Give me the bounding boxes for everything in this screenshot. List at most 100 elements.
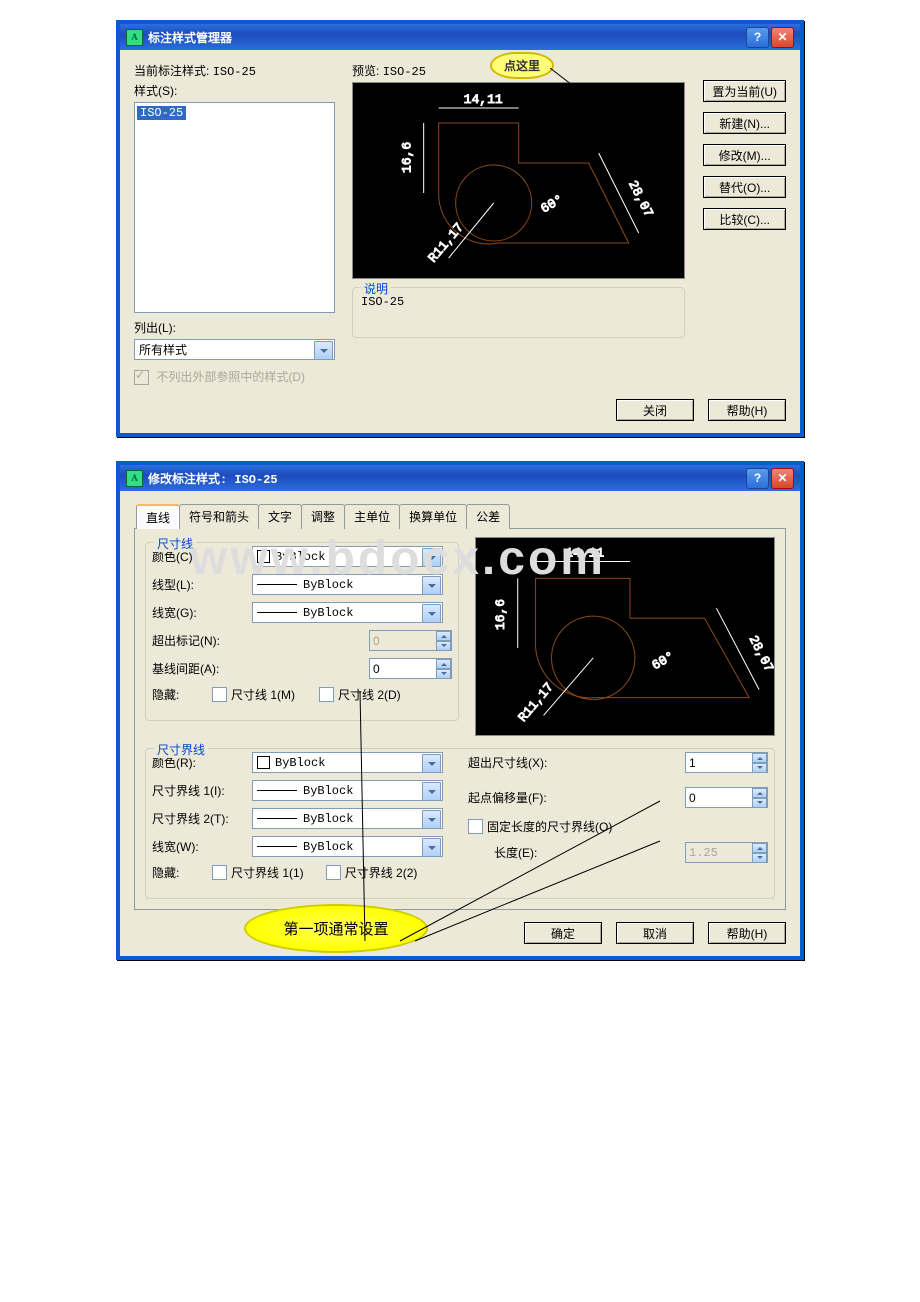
styles-listbox[interactable]: ISO-25 bbox=[134, 102, 335, 313]
offset-value: 0 bbox=[689, 791, 696, 805]
linetype-combo[interactable]: ByBlock bbox=[252, 574, 443, 595]
xref-label: 不列出外部参照中的样式(D) bbox=[156, 370, 305, 384]
list-label: 列出(L): bbox=[134, 319, 334, 336]
linetype-label: 线型(L): bbox=[152, 576, 252, 593]
dimline2-label: 尺寸线 2(D) bbox=[338, 686, 401, 703]
color2-value: ByBlock bbox=[275, 756, 325, 770]
extline2-type-label: 尺寸界线 2(T): bbox=[152, 810, 252, 827]
chevron-down-icon[interactable] bbox=[422, 576, 441, 595]
beyond-value: 1 bbox=[689, 756, 696, 770]
help-icon[interactable]: ? bbox=[746, 27, 769, 48]
dimline1-checkbox[interactable] bbox=[212, 687, 227, 702]
dimline1-label: 尺寸线 1(M) bbox=[231, 686, 295, 703]
titlebar-1: A 标注样式管理器 ? ✕ bbox=[120, 24, 800, 50]
length-value: 1.25 bbox=[689, 846, 718, 860]
description-label: 说明 bbox=[361, 280, 391, 297]
svg-text:28,07: 28,07 bbox=[746, 633, 774, 674]
extline1-chk-label: 尺寸界线 1(1) bbox=[231, 864, 304, 881]
chevron-down-icon[interactable] bbox=[422, 782, 441, 801]
chevron-down-icon[interactable] bbox=[422, 754, 441, 773]
close-icon[interactable]: ✕ bbox=[771, 27, 794, 48]
svg-text:14,11: 14,11 bbox=[565, 546, 604, 561]
help-button-2[interactable]: 帮助(H) bbox=[708, 922, 786, 944]
ext-ticks-spinner: 0 bbox=[369, 630, 452, 651]
dimline2-checkbox[interactable] bbox=[319, 687, 334, 702]
list-filter-value: 所有样式 bbox=[139, 341, 187, 358]
chevron-down-icon[interactable] bbox=[422, 604, 441, 623]
annotation-callout-1: 点这里 bbox=[490, 52, 554, 79]
extline1-value: ByBlock bbox=[303, 784, 353, 798]
preview-image-1: 14,11 16,6 28,07 60° R11,17 bbox=[352, 82, 685, 279]
close-button[interactable]: 关闭 bbox=[616, 399, 694, 421]
ok-button[interactable]: 确定 bbox=[524, 922, 602, 944]
list-filter-combo[interactable]: 所有样式 bbox=[134, 339, 335, 360]
offset-spinner[interactable]: 0 bbox=[685, 787, 768, 808]
extline1-combo[interactable]: ByBlock bbox=[252, 780, 443, 801]
cancel-button[interactable]: 取消 bbox=[616, 922, 694, 944]
lineweight-combo[interactable]: ByBlock bbox=[252, 602, 443, 623]
lineweight-value: ByBlock bbox=[303, 606, 353, 620]
help-icon[interactable]: ? bbox=[746, 468, 769, 489]
svg-text:14,11: 14,11 bbox=[464, 92, 503, 107]
extline1-checkbox[interactable] bbox=[212, 865, 227, 880]
extline2-value: ByBlock bbox=[303, 812, 353, 826]
modify-button[interactable]: 修改(M)... bbox=[703, 144, 786, 166]
new-button[interactable]: 新建(N)... bbox=[703, 112, 786, 134]
title-text-2: 修改标注样式: ISO-25 bbox=[148, 470, 278, 487]
dimline-group-title: 尺寸线 bbox=[154, 535, 196, 552]
current-style-label: 当前标注样式: bbox=[134, 64, 209, 78]
color2-combo[interactable]: ByBlock bbox=[252, 752, 443, 773]
styles-label: 样式(S): bbox=[134, 82, 334, 99]
set-current-button[interactable]: 置为当前(U) bbox=[703, 80, 786, 102]
current-style-value: ISO-25 bbox=[213, 65, 256, 79]
extline-group-title: 尺寸界线 bbox=[154, 741, 208, 758]
svg-text:60°: 60° bbox=[649, 649, 677, 674]
fixed-length-checkbox[interactable] bbox=[468, 819, 483, 834]
tab-text[interactable]: 文字 bbox=[258, 504, 302, 529]
suppress-label: 隐藏: bbox=[152, 686, 212, 703]
tab-strip: 直线 符号和箭头 文字 调整 主单位 换算单位 公差 bbox=[134, 503, 786, 529]
help-button[interactable]: 帮助(H) bbox=[708, 399, 786, 421]
dim-style-manager-dialog: A 标注样式管理器 ? ✕ 当前标注样式: ISO-25 样式(S): ISO-… bbox=[116, 20, 804, 437]
baseline-spinner[interactable]: 0 bbox=[369, 658, 452, 679]
xref-checkbox bbox=[134, 370, 149, 385]
lineweight2-combo[interactable]: ByBlock bbox=[252, 836, 443, 857]
svg-text:60°: 60° bbox=[538, 192, 566, 217]
override-button[interactable]: 替代(O)... bbox=[703, 176, 786, 198]
extline2-checkbox[interactable] bbox=[326, 865, 341, 880]
extline2-chk-label: 尺寸界线 2(2) bbox=[345, 864, 418, 881]
color-value: ByBlock bbox=[275, 550, 325, 564]
chevron-down-icon[interactable] bbox=[422, 838, 441, 857]
extline2-combo[interactable]: ByBlock bbox=[252, 808, 443, 829]
ext-ticks-label: 超出标记(N): bbox=[152, 632, 282, 649]
lineweight-label: 线宽(G): bbox=[152, 604, 252, 621]
color-combo[interactable]: ByBlock bbox=[252, 546, 443, 567]
preview-style-name: ISO-25 bbox=[383, 65, 426, 79]
extline1-type-label: 尺寸界线 1(I): bbox=[152, 782, 252, 799]
close-icon[interactable]: ✕ bbox=[771, 468, 794, 489]
lineweight2-label: 线宽(W): bbox=[152, 838, 252, 855]
baseline-value: 0 bbox=[373, 662, 380, 676]
ext-ticks-value: 0 bbox=[373, 634, 380, 648]
compare-button[interactable]: 比较(C)... bbox=[703, 208, 786, 230]
length-label: 长度(E): bbox=[494, 844, 584, 861]
chevron-down-icon[interactable] bbox=[314, 341, 333, 360]
tab-symbols[interactable]: 符号和箭头 bbox=[179, 504, 259, 529]
beyond-label: 超出尺寸线(X): bbox=[468, 754, 588, 771]
chevron-down-icon[interactable] bbox=[422, 548, 441, 567]
annotation-callout-2: 第一项通常设置 bbox=[244, 904, 428, 953]
svg-text:16,6: 16,6 bbox=[493, 599, 508, 630]
tab-tolerance[interactable]: 公差 bbox=[466, 504, 510, 529]
linetype-value: ByBlock bbox=[303, 578, 353, 592]
chevron-down-icon[interactable] bbox=[422, 810, 441, 829]
tab-lines[interactable]: 直线 bbox=[136, 504, 180, 529]
titlebar-2: A 修改标注样式: ISO-25 ? ✕ bbox=[120, 465, 800, 491]
suppress2-label: 隐藏: bbox=[152, 864, 212, 881]
offset-label: 起点偏移量(F): bbox=[468, 789, 588, 806]
tab-fit[interactable]: 调整 bbox=[301, 504, 345, 529]
style-item-iso25[interactable]: ISO-25 bbox=[137, 106, 186, 120]
beyond-spinner[interactable]: 1 bbox=[685, 752, 768, 773]
tab-primary[interactable]: 主单位 bbox=[344, 504, 400, 529]
svg-text:28,07: 28,07 bbox=[625, 178, 656, 220]
tab-alternate[interactable]: 换算单位 bbox=[399, 504, 467, 529]
